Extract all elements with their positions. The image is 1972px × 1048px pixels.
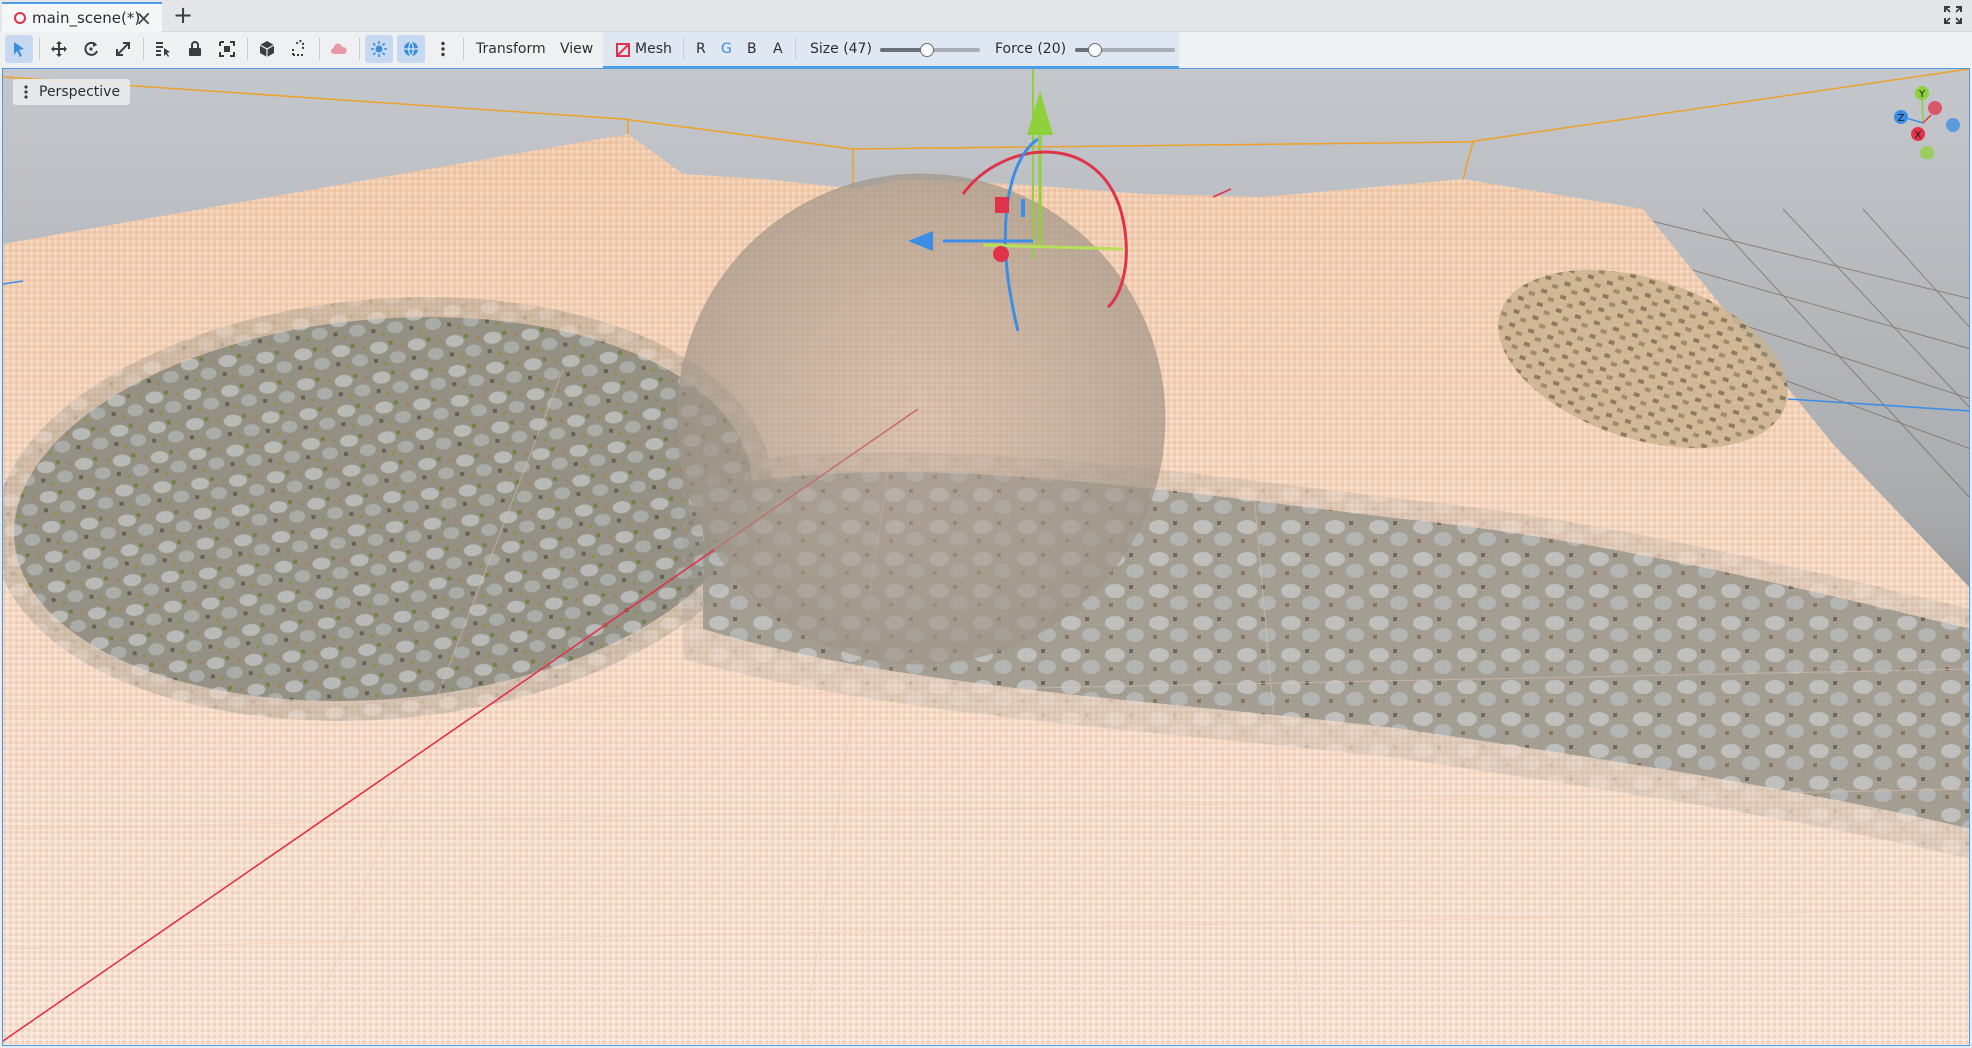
list-select-button[interactable] <box>149 35 177 63</box>
neg-z-axis-handle[interactable] <box>1946 118 1960 132</box>
view-menu[interactable]: View <box>560 41 593 57</box>
scene-root-icon <box>14 12 26 24</box>
rotate-mode-button[interactable] <box>77 35 105 63</box>
scale-icon <box>116 42 130 56</box>
tab-main-scene[interactable]: main_scene(*) × <box>2 2 162 32</box>
view-orientation-gizmo[interactable]: Y Z X <box>1891 79 1961 159</box>
list-select-icon <box>156 42 170 57</box>
lock-button[interactable] <box>181 35 209 63</box>
sun-toggle-button[interactable] <box>365 35 393 63</box>
move-mode-button[interactable] <box>45 35 73 63</box>
select-mode-button[interactable] <box>5 35 33 63</box>
neg-y-axis-handle[interactable] <box>1920 146 1934 159</box>
use-local-space-button[interactable] <box>253 35 281 63</box>
size-slider[interactable] <box>880 43 980 57</box>
force-label: Force (20) <box>995 41 1067 57</box>
cursor-icon <box>14 42 24 57</box>
fullscreen-icon[interactable] <box>1944 6 1962 24</box>
cloud-icon <box>331 43 347 54</box>
kebab-menu-icon <box>441 41 445 57</box>
preview-sun-button[interactable] <box>325 35 353 63</box>
scale-mode-button[interactable] <box>109 35 137 63</box>
move-icon <box>51 41 67 57</box>
channel-r-toggle[interactable]: R <box>696 41 706 57</box>
add-tab-button[interactable]: + <box>173 2 193 28</box>
3d-viewport[interactable]: Perspective Y Z X <box>2 68 1970 1046</box>
cube-icon <box>259 41 275 57</box>
mesh-paint-toolbar: Mesh R G B A Size (47) Force (20) <box>603 32 1179 68</box>
x-axis-label: X <box>1915 130 1922 141</box>
perspective-menu-button[interactable]: Perspective <box>13 79 131 105</box>
group-icon <box>219 41 235 57</box>
sun-icon <box>371 41 387 57</box>
lock-icon <box>189 41 201 56</box>
viewport-scene[interactable] <box>3 69 1970 1046</box>
mesh-menu[interactable]: Mesh <box>635 41 672 57</box>
snap-button[interactable] <box>285 35 313 63</box>
environment-toggle-button[interactable] <box>397 35 425 63</box>
perspective-label: Perspective <box>39 84 121 100</box>
mesh-paint-icon <box>616 43 630 57</box>
size-slider-knob[interactable] <box>920 43 934 57</box>
channel-g-toggle[interactable]: G <box>721 41 732 57</box>
tab-title: main_scene(*) <box>32 9 141 27</box>
scene-tab-bar: main_scene(*) × + <box>0 0 1972 32</box>
x-scale-handle[interactable] <box>993 246 1009 262</box>
size-label: Size (47) <box>810 41 872 57</box>
snap-icon <box>292 40 305 56</box>
transform-menu[interactable]: Transform <box>476 41 546 57</box>
more-options-button[interactable] <box>429 35 457 63</box>
z-axis-label: Z <box>1898 113 1905 124</box>
neg-x-axis-handle[interactable] <box>1928 101 1942 115</box>
viewport-toolbar: Transform View Mesh R G B A Size (47) Fo… <box>0 32 1972 68</box>
channel-a-toggle[interactable]: A <box>773 41 783 57</box>
kebab-menu-icon <box>24 85 28 99</box>
channel-b-toggle[interactable]: B <box>747 41 757 57</box>
y-axis-label: Y <box>1918 89 1926 100</box>
rotate-icon <box>84 41 98 56</box>
xy-plane-handle[interactable] <box>995 197 1009 213</box>
close-icon[interactable]: × <box>135 8 152 28</box>
force-slider-knob[interactable] <box>1088 43 1102 57</box>
globe-icon <box>404 41 418 57</box>
force-slider[interactable] <box>1075 43 1175 57</box>
group-button[interactable] <box>213 35 241 63</box>
